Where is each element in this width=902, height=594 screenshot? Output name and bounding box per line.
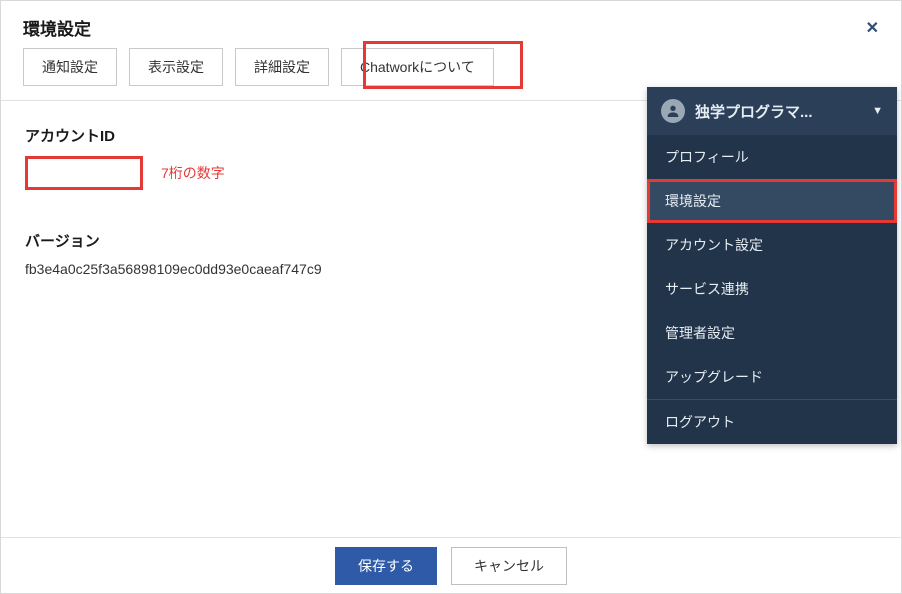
tab-detail[interactable]: 詳細設定 [235, 48, 329, 86]
chevron-down-icon: ▼ [872, 105, 883, 117]
user-menu-username: 独学プログラマ... [695, 101, 862, 122]
avatar-icon [661, 99, 685, 123]
settings-dialog: 環境設定 ✕ 通知設定 表示設定 詳細設定 Chatworkについて アカウント… [0, 0, 902, 594]
dialog-header: 環境設定 ✕ [1, 1, 901, 48]
cancel-button[interactable]: キャンセル [451, 547, 567, 585]
menu-item-admin[interactable]: 管理者設定 [647, 311, 897, 355]
menu-item-logout[interactable]: ログアウト [647, 400, 897, 444]
account-id-hint: 7桁の数字 [161, 163, 225, 183]
save-button[interactable]: 保存する [335, 547, 437, 585]
dialog-title: 環境設定 [23, 15, 91, 40]
menu-item-upgrade[interactable]: アップグレード [647, 355, 897, 399]
menu-item-services[interactable]: サービス連携 [647, 267, 897, 311]
menu-item-profile[interactable]: プロフィール [647, 135, 897, 179]
tab-notify[interactable]: 通知設定 [23, 48, 117, 86]
annotation-highlight-account-id [25, 156, 143, 190]
user-menu: 独学プログラマ... ▼ プロフィール 環境設定 アカウント設定 サービス連携 … [647, 87, 897, 444]
menu-item-account[interactable]: アカウント設定 [647, 223, 897, 267]
dialog-footer: 保存する キャンセル [1, 537, 901, 593]
user-menu-header[interactable]: 独学プログラマ... ▼ [647, 87, 897, 135]
tab-about[interactable]: Chatworkについて [341, 48, 494, 86]
tab-display[interactable]: 表示設定 [129, 48, 223, 86]
close-icon[interactable]: ✕ [866, 18, 879, 38]
menu-item-settings[interactable]: 環境設定 [647, 179, 897, 223]
